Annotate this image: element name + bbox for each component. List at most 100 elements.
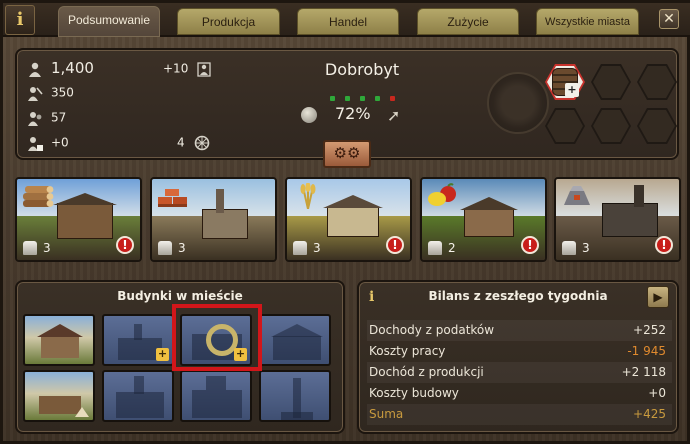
balance-label: Dochód z produkcji: [369, 365, 484, 379]
building-card-lumberjack[interactable]: 3 !: [15, 177, 142, 262]
prosperity-dot: [345, 96, 350, 101]
logs-icon: [23, 186, 54, 207]
city-building-slot-house[interactable]: [23, 314, 95, 366]
warning-icon[interactable]: !: [116, 236, 134, 254]
building-card-smelter[interactable]: 3 !: [554, 177, 681, 262]
building-image: [41, 336, 79, 358]
prosperity-percent: 72%: [335, 104, 371, 123]
warning-icon[interactable]: !: [655, 236, 673, 254]
building-card-orchard[interactable]: 2 !: [420, 177, 547, 262]
prosperity-dot: [330, 96, 335, 101]
warning-icon[interactable]: !: [521, 236, 539, 254]
building-count: 3: [562, 240, 590, 255]
building-count-value: 3: [178, 240, 186, 255]
newcomers-stat: +0: [27, 135, 69, 151]
worker-house-icon: [293, 241, 307, 255]
trade-slot-empty[interactable]: [591, 108, 631, 144]
trade-slot-empty[interactable]: [637, 108, 677, 144]
add-icon: +: [565, 83, 579, 97]
crane-image: [206, 376, 226, 390]
balance-label: Koszty budowy: [369, 386, 459, 400]
trade-slot-empty[interactable]: [545, 108, 585, 144]
population-stat: 1,400: [27, 59, 94, 77]
building-image: [116, 392, 164, 418]
roof-image: [460, 197, 518, 210]
worker-house-icon: [562, 241, 576, 255]
workers-stat: 350: [27, 85, 74, 101]
next-week-button[interactable]: ▶: [647, 286, 669, 308]
population-icon: [29, 62, 41, 77]
upgrade-arrow-icon: [75, 407, 89, 417]
add-icon: +: [156, 347, 169, 361]
city-building-slot-market[interactable]: [23, 370, 95, 422]
fruit-icon: [428, 183, 456, 206]
building-image: [273, 336, 321, 360]
production-settings-button[interactable]: ⚙⚙: [323, 140, 371, 168]
tab-production[interactable]: Produkcja: [177, 8, 280, 35]
tab-all-cities[interactable]: Wszystkie miasta: [536, 8, 639, 35]
info-icon[interactable]: i: [5, 5, 35, 35]
balance-row: Koszty pracy -1 945: [367, 341, 672, 362]
worker-house-icon: [158, 241, 172, 255]
selected-slot-highlight: [172, 304, 262, 371]
population-change-value: +10: [163, 61, 189, 76]
balance-row: Dochody z podatków +252: [367, 320, 672, 341]
balance-row: Dochód z produkcji +2 118: [367, 362, 672, 383]
tab-summary[interactable]: Podsumowanie: [58, 6, 160, 37]
city-window: i Podsumowanie Produkcja Handel Zużycie …: [0, 0, 690, 444]
prosperity-dot: [375, 96, 380, 101]
iron-icon: [564, 186, 590, 205]
wheel-icon: [195, 135, 210, 151]
balance-title: Bilans z zeszłego tygodnia: [428, 289, 608, 303]
building-image: [192, 390, 242, 418]
migration-icon: [197, 62, 211, 77]
tower-image: [134, 376, 144, 394]
chimney-image: [216, 189, 224, 213]
worker-house-icon: [23, 241, 37, 255]
balance-value: -1 945: [627, 344, 666, 358]
citizens-stat: 57: [27, 110, 66, 126]
chimney-image: [634, 185, 644, 207]
worker-house-icon: [428, 241, 442, 255]
close-button[interactable]: ✕: [659, 9, 679, 29]
shield-emblem-icon: [487, 72, 549, 134]
tab-trade[interactable]: Handel: [297, 8, 399, 35]
warning-icon[interactable]: !: [386, 236, 404, 254]
wheat-icon: [300, 183, 316, 209]
tower-image: [134, 324, 142, 340]
balance-value: +0: [648, 386, 666, 400]
carts-stat: 4: [177, 135, 210, 151]
roof-image: [271, 324, 323, 337]
roof-image: [53, 193, 117, 205]
balance-label: Koszty pracy: [369, 344, 446, 358]
city-buildings-title: Budynki w mieście: [117, 289, 243, 303]
prosperity-dots: [330, 86, 405, 105]
roof-image: [323, 195, 383, 208]
city-building-slot-workshop[interactable]: [180, 370, 252, 422]
building-count-value: 3: [43, 240, 51, 255]
citizen-icon: [28, 112, 42, 126]
trade-slot-empty[interactable]: [591, 64, 631, 100]
building-card-brickworks[interactable]: 3: [150, 177, 277, 262]
city-building-slot-hall[interactable]: [259, 314, 331, 366]
newcomer-icon: [28, 137, 43, 151]
building-count-value: 3: [313, 240, 321, 255]
balance-panel: i Bilans z zeszłego tygodnia ▶ Dochody z…: [357, 280, 679, 434]
bricks-icon: [158, 189, 187, 207]
citizens-value: 57: [51, 110, 67, 125]
city-building-slot-church[interactable]: +: [102, 314, 174, 366]
carts-value: 4: [177, 135, 185, 150]
prosperity-title: Dobrobyt: [324, 60, 400, 79]
city-building-slot-monument[interactable]: [259, 370, 331, 422]
balance-value: +252: [633, 323, 666, 337]
city-building-slot-cathedral[interactable]: [102, 370, 174, 422]
trade-slot-empty[interactable]: [637, 64, 677, 100]
building-card-farm[interactable]: 3 !: [285, 177, 412, 262]
building-count-value: 3: [582, 240, 590, 255]
tab-consumption[interactable]: Zużycie: [417, 8, 519, 35]
apple-icon: [301, 107, 317, 123]
population-value: 1,400: [51, 59, 94, 77]
balance-row: Koszty budowy +0: [367, 383, 672, 404]
building-count: 3: [293, 240, 321, 255]
tab-bar: i Podsumowanie Produkcja Handel Zużycie …: [3, 3, 690, 37]
